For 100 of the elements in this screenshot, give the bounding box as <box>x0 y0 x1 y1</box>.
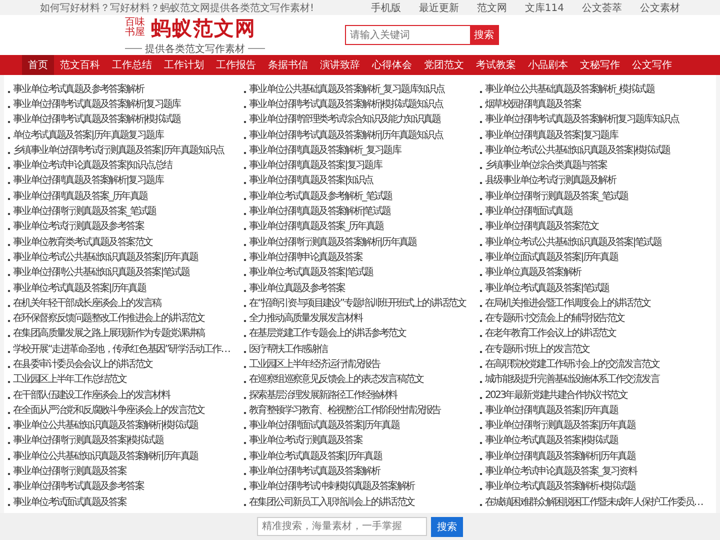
nav-item[interactable]: 条据书信 <box>262 55 314 75</box>
article-link[interactable]: 工业园区上半年经济运行情况报告 <box>249 356 380 371</box>
article-link[interactable]: 事业单位考试真题及答案|模拟试题 <box>485 433 618 448</box>
article-link[interactable]: 事业单位面试真题及答案|历年真题 <box>485 250 618 264</box>
article-link[interactable]: 事业单位招聘公共基础知识真题及答案|笔试题 <box>13 265 190 280</box>
nav-item[interactable]: 公文写作 <box>626 55 678 75</box>
article-link[interactable]: 乡镇事业单位综合类真题与答案 <box>485 158 607 172</box>
bottom-search-field[interactable]: 精准搜索，海量素材，一手掌握 <box>257 517 427 536</box>
top-link[interactable]: 文库114 <box>516 0 573 14</box>
article-link[interactable]: 事业单位招聘真题及答案解析_复习题库 <box>249 142 401 157</box>
article-link[interactable]: 事业单位招聘行测真题及答案|模拟试题 <box>13 433 163 448</box>
article-link[interactable]: 事业单位考试真题及答案|笔试题 <box>485 280 609 294</box>
article-link[interactable]: 医疗帮扶工作感谢信 <box>249 342 328 356</box>
search-button[interactable]: 搜索 <box>470 26 498 44</box>
nav-item[interactable]: 工作总结 <box>106 55 158 75</box>
article-link[interactable]: 事业单位考试真题及答案|历年真题 <box>249 448 382 463</box>
article-link[interactable]: 单位考试真题及答案|历年真题复习题库 <box>13 128 163 142</box>
article-link[interactable]: 事业单位招聘真题及答案范文 <box>485 219 598 234</box>
article-link[interactable]: 事业单位考试真题及答案|历年真题 <box>13 280 146 294</box>
article-link[interactable]: 在机关年轻干部成长座谈会上的发言稿 <box>13 296 161 310</box>
article-link[interactable]: 事业单位招聘考试真题及答案解析|模拟试题知识点 <box>249 96 442 111</box>
article-link[interactable]: 事业单位考试公共基础知识真题及答案|历年真题 <box>13 250 198 264</box>
article-link[interactable]: 事业单位招聘行测真题及答案解析|历年真题 <box>249 234 416 249</box>
article-link[interactable]: 在干部队伍建设工作座谈会上的发言材料 <box>13 388 170 402</box>
article-link[interactable]: 烟草校园招聘真题及答案 <box>485 96 581 111</box>
article-link[interactable]: 事业单位教育类考试真题及答案范文 <box>13 234 152 249</box>
article-link[interactable]: 事业单位考试真题及参考答案解析 <box>13 82 144 96</box>
article-link[interactable]: 在县委审计委员会会议上的讲话范文 <box>13 356 152 371</box>
article-link[interactable]: 事业单位招聘考试真题及参考答案 <box>13 479 144 494</box>
article-link[interactable]: 事业单位招聘考试冲刺模拟真题及答案解析 <box>249 479 414 494</box>
article-link[interactable]: 事业单位招聘真题及答案|历年真题 <box>485 402 618 417</box>
article-link[interactable]: 事业单位招聘行测真题及答案_笔试题 <box>13 204 156 218</box>
article-link[interactable]: 事业单位公共基础真题及答案解析_模拟试题 <box>485 82 654 96</box>
nav-item[interactable]: 文秘写作 <box>574 55 626 75</box>
article-link[interactable]: 事业单位招聘真题及答案解析|历年真题 <box>485 448 635 463</box>
article-link[interactable]: 事业单位真题及参考答案 <box>249 280 345 294</box>
article-link[interactable]: 事业单位考试申论真题及答案|知识点总结 <box>13 158 172 172</box>
article-link[interactable]: 全力推动高质量发展发言材料 <box>249 311 362 326</box>
article-link[interactable]: 在高职院校党建工作研讨会上的交流发言范文 <box>485 356 660 371</box>
article-link[interactable]: 事业单位招聘面试真题及答案|历年真题 <box>249 418 399 432</box>
article-link[interactable]: 事业单位招聘真题及答案|知识点 <box>249 173 373 188</box>
article-link[interactable]: 事业单位真题及答案解析 <box>485 265 581 280</box>
article-link[interactable]: 事业单位招聘考试真题及答案解析|复习题库知识点 <box>485 112 678 126</box>
top-link[interactable]: 手机版 <box>362 0 410 14</box>
article-link[interactable]: 事业单位考试行测真题及参考答案 <box>13 219 144 234</box>
article-link[interactable]: 在全面从严治党和反腐败斗争座谈会上的发言范文 <box>13 402 204 417</box>
article-link[interactable]: 事业单位招聘行测真题及答案|历年真题 <box>485 418 635 432</box>
article-link[interactable]: 城市能级提升完善基础设施体系工作交流发言 <box>485 372 660 386</box>
article-link[interactable]: 事业单位招聘申论真题及答案 <box>249 250 362 264</box>
article-link[interactable]: 在专题研讨交流会上的辅导报告范文 <box>485 311 624 326</box>
article-link[interactable]: 在城镇困难群众解困脱困工作暨未成年人保护工作委员… <box>485 494 703 509</box>
article-link[interactable]: 学校开展“走进革命圣地，传承红色基因”研学活动工作… <box>13 342 230 356</box>
article-link[interactable]: 事业单位招聘真题及答案|复习题库 <box>249 158 382 172</box>
top-link[interactable]: 最近更新 <box>410 0 468 14</box>
article-link[interactable]: 事业单位考试面试真题及答案 <box>13 494 126 509</box>
article-link[interactable]: 教育整顿学习教育、检视整治工作阶段性情况报告 <box>249 402 440 417</box>
nav-item[interactable]: 工作报告 <box>210 55 262 75</box>
article-link[interactable]: 在集团公司新员工入职培训会上的讲话范文 <box>249 494 414 509</box>
article-link[interactable]: 事业单位招聘考试真题及答案解析|模拟试题 <box>13 112 180 126</box>
search-field[interactable]: 请输入关键词 搜索 <box>345 25 499 45</box>
article-link[interactable]: 事业单位考试公共基础知识真题及答案|模拟试题 <box>485 142 670 157</box>
logo-title[interactable]: 蚂蚁范文网 <box>151 14 256 42</box>
article-link[interactable]: 在基层党建工作专题会上的讲话参考范文 <box>249 326 406 340</box>
article-link[interactable]: 事业单位考试行测真题及答案 <box>249 433 362 448</box>
nav-item[interactable]: 范文百科 <box>54 55 106 75</box>
article-link[interactable]: 县级事业单位考试行测真题及解析 <box>485 173 616 188</box>
article-link[interactable]: 事业单位招聘面试真题 <box>485 204 572 218</box>
nav-item[interactable]: 考试教案 <box>470 55 522 75</box>
article-link[interactable]: 在专题研讨班上的发言范文 <box>485 342 590 356</box>
article-link[interactable]: 事业单位招聘考试真题及答案解析 <box>249 464 380 478</box>
article-link[interactable]: 事业单位招聘考试真题及答案解析|复习题库 <box>13 96 180 111</box>
article-link[interactable]: 事业单位招聘真题及答案解析|复习题库 <box>13 173 163 188</box>
article-link[interactable]: 事业单位公共基础真题及答案解析_复习题库知识点 <box>249 82 444 96</box>
article-link[interactable]: 事业单位考试公共基础知识真题及答案|笔试题 <box>485 234 662 249</box>
article-link[interactable]: 在巡察组巡察意见反馈会上的表态发言稿范文 <box>249 372 424 386</box>
article-link[interactable]: 事业单位考试真题及答案解析-模拟试题 <box>485 479 636 494</box>
article-link[interactable]: 2023年最新党建共建合作协议书范文 <box>485 388 628 402</box>
article-link[interactable]: 在“招商引资与项目建设”专题培训班开班式上的讲话范文 <box>249 296 466 310</box>
article-link[interactable]: 事业单位招聘真题及答案_历年真题 <box>249 219 384 234</box>
article-link[interactable]: 事业单位招聘考试真题及答案解析|历年真题知识点 <box>249 128 442 142</box>
article-link[interactable]: 在集团高质量发展之路上展现新作为专题党课讲稿 <box>13 326 204 340</box>
nav-item[interactable]: 心得体会 <box>366 55 418 75</box>
article-link[interactable]: 在老年教育工作会议上的讲话范文 <box>485 326 616 340</box>
article-link[interactable]: 事业单位招聘真题及答案_历年真题 <box>13 188 148 203</box>
article-link[interactable]: 事业单位公共基础知识真题及答案解析|历年真题 <box>13 448 198 463</box>
article-link[interactable]: 事业单位考试申论真题及答案_复习资料 <box>485 464 637 478</box>
article-link[interactable]: 探索基层治理发展新路径工作经验材料 <box>249 388 397 402</box>
nav-item[interactable]: 首页 <box>22 55 54 75</box>
nav-item[interactable]: 演讲致辞 <box>314 55 366 75</box>
article-link[interactable]: 事业单位招聘真题及答案|复习题库 <box>485 128 618 142</box>
nav-item[interactable]: 工作计划 <box>158 55 210 75</box>
article-link[interactable]: 工业园区上半年工作总结范文 <box>13 372 126 386</box>
article-link[interactable]: 事业单位招聘行测真题及答案_笔试题 <box>485 188 628 203</box>
nav-item[interactable]: 小品剧本 <box>522 55 574 75</box>
top-link[interactable]: 公文荟萃 <box>573 0 631 14</box>
top-link[interactable]: 公文素材 <box>631 0 680 14</box>
article-link[interactable]: 事业单位招聘行测真题及答案 <box>13 464 126 478</box>
article-link[interactable]: 事业单位招聘管理类考试综合知识及能力知识真题 <box>249 112 440 126</box>
article-link[interactable]: 在局机关推进会暨工作调度会上的讲话范文 <box>485 296 650 310</box>
article-link[interactable]: 在环保督察反馈问题整改工作推进会上的讲话范文 <box>13 311 204 326</box>
